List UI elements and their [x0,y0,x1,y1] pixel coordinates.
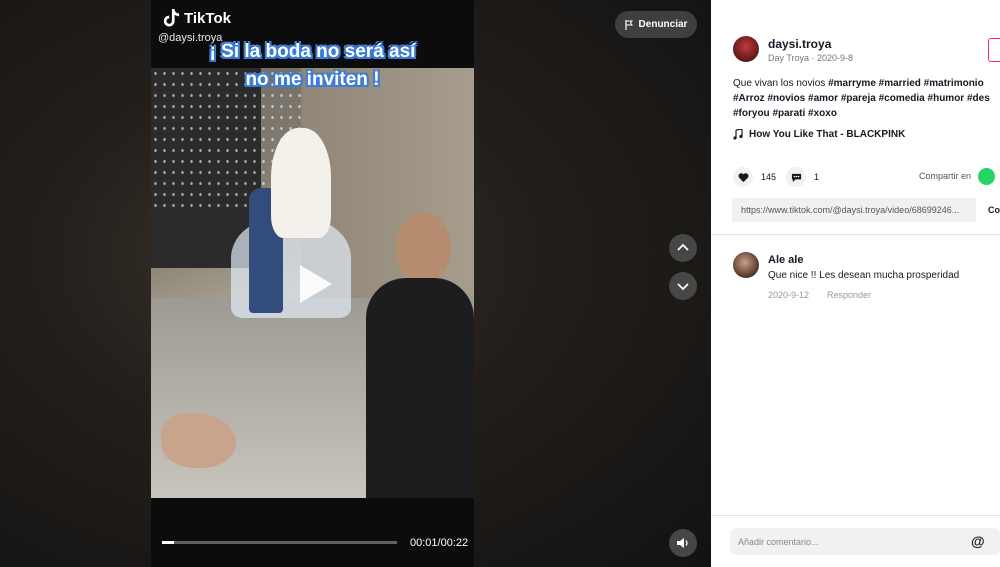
desc-text: Que vivan los novios [733,78,829,89]
scene-guest [366,278,474,498]
scene-guest-head [396,213,451,283]
divider [711,234,1000,235]
music-title: How You Like That - BLACKPINK [749,129,906,140]
next-video-button[interactable] [669,272,697,300]
comment-icon [791,173,801,182]
caption-line-1: ¡ Si la boda no será así [209,41,416,62]
comment-input[interactable]: Añadir comentario... [730,528,1000,555]
music-note-icon [733,129,743,140]
flag-icon [624,19,633,30]
avatar[interactable] [733,36,759,62]
comment-avatar[interactable] [733,252,759,278]
chevron-up-icon [677,243,689,251]
comment-button[interactable]: 1 [786,167,819,187]
author-meta: Day Troya · 2020-9-8 [768,53,854,63]
play-icon[interactable] [300,265,332,303]
tiktok-note-icon [163,9,180,27]
previous-video-button[interactable] [669,234,697,262]
report-label: Denunciar [638,19,688,30]
like-button[interactable]: 145 [733,167,776,187]
like-circle [733,167,753,187]
like-count: 145 [761,172,777,182]
post-description: Que vivan los novios #marryme #married #… [733,76,1000,121]
progress-bar[interactable] [162,541,397,544]
follow-button[interactable] [988,38,1000,62]
tiktok-video-page: TikTok @ daysi.troya ¡ Si la boda no será… [0,0,1000,567]
video-caption: ¡ Si la boda no será así no me inviten ! [151,38,474,94]
report-button[interactable]: Denunciar [615,11,697,38]
progress-fill [162,541,174,544]
scene-bride [271,128,331,238]
divider [711,515,1000,516]
author-username[interactable]: daysi.troya [768,37,831,51]
music-link[interactable]: How You Like That - BLACKPINK [733,129,905,140]
heart-icon [738,172,748,182]
desc-hashtags-2[interactable]: #Arroz #novios #amor #pareja #comedia #h… [733,91,1000,106]
share-label: Compartir en [919,171,972,181]
comment-count: 1 [814,172,820,182]
copy-link-button[interactable]: Co [988,205,1000,215]
tiktok-brand: TikTok [184,9,231,27]
video-link-field[interactable]: https://www.tiktok.com/@daysi.troya/vide… [732,198,976,222]
time-display: 00:01/00:22 [410,537,469,549]
comment-circle [786,167,806,187]
caption-line-2: no me inviten ! [245,69,380,90]
reply-button[interactable]: Responder [827,290,871,300]
chevron-down-icon [677,283,689,291]
whatsapp-icon[interactable] [978,168,995,185]
comment-text: Que nice !! Les desean mucha prosperidad [768,270,960,281]
desc-hashtags-1[interactable]: #marryme #married #matrimonio [828,78,984,89]
comment-author[interactable]: Ale ale [768,254,803,266]
comment-date: 2020-9-12 [768,290,810,300]
mention-icon[interactable]: @ [971,533,985,549]
volume-button[interactable] [669,529,697,557]
speaker-icon [677,538,688,548]
desc-hashtags-3[interactable]: #foryou #parati #xoxo [733,106,1000,121]
details-panel: daysi.troya Day Troya · 2020-9-8 Que viv… [711,0,1000,567]
tiktok-logo: TikTok [162,8,231,28]
